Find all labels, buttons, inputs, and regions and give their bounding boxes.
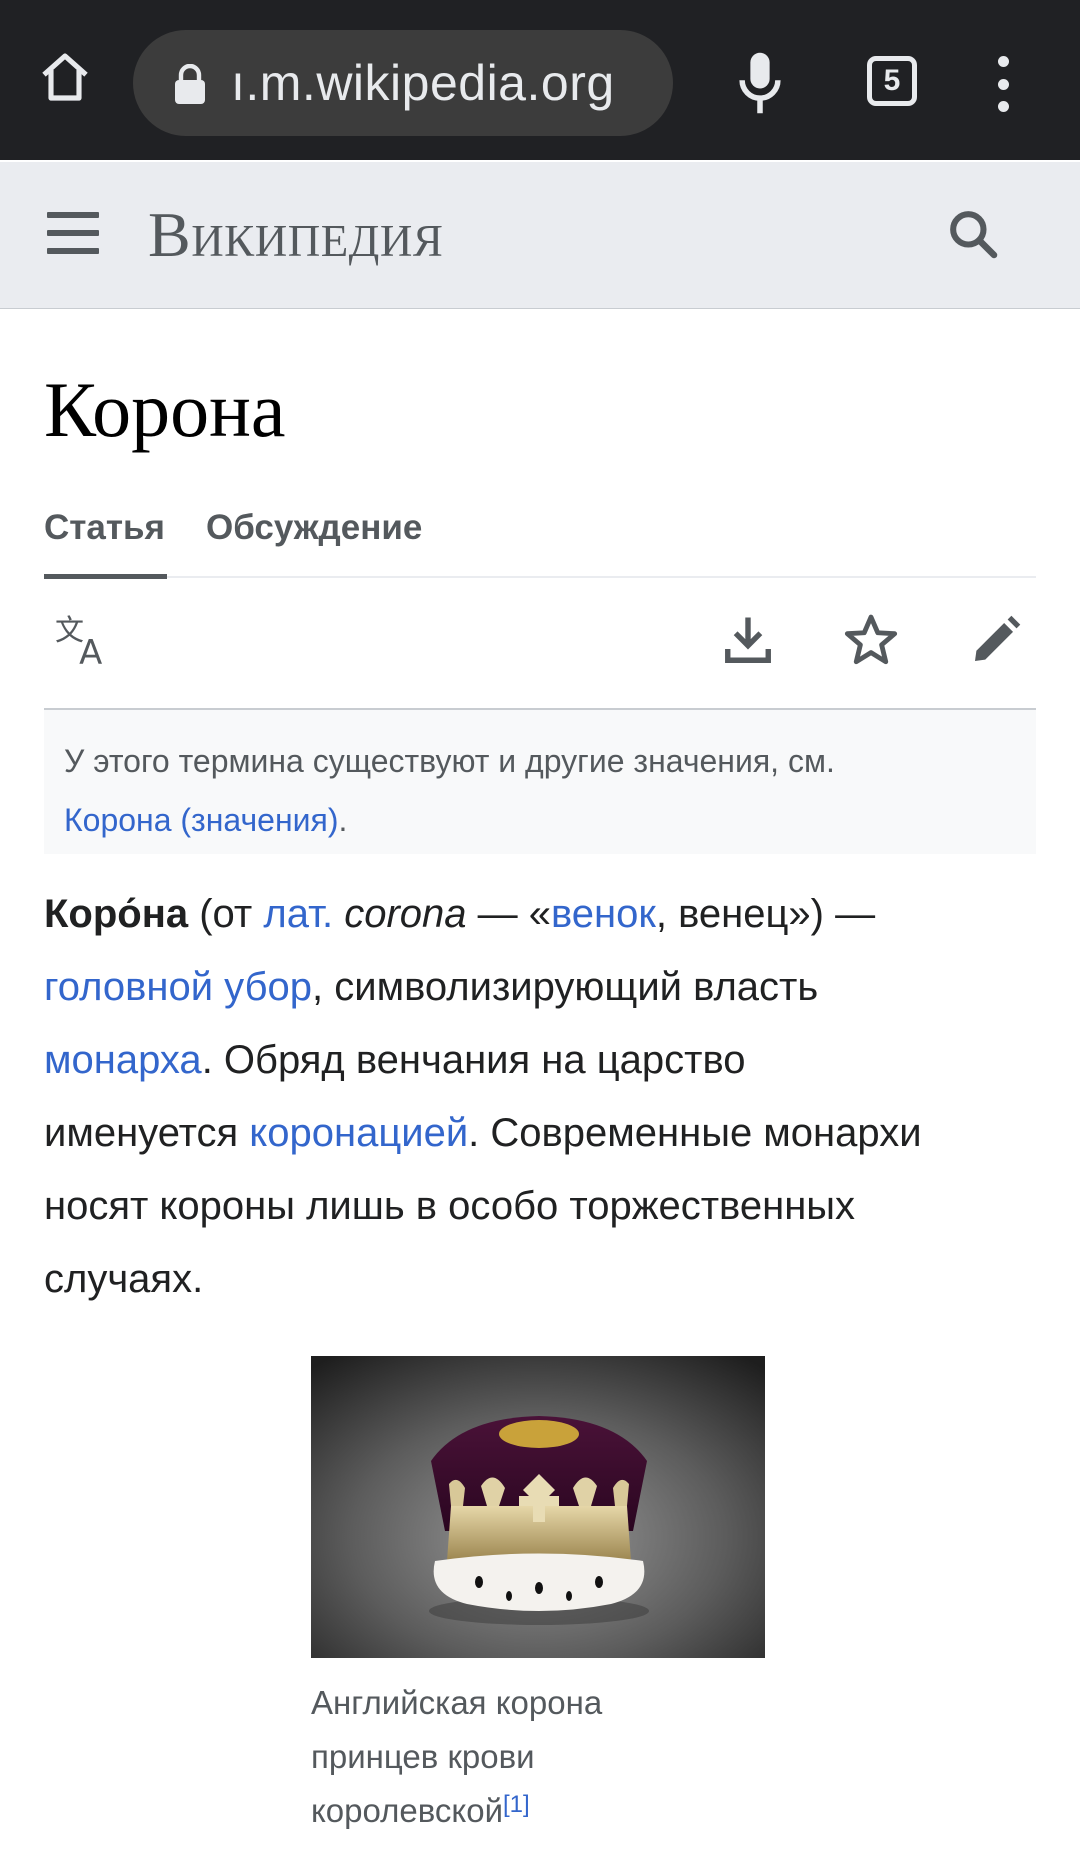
lead-text: носят короны лишь в особо торжественных [44,1184,856,1228]
tab-count: 5 [883,64,901,97]
url-text: ı.m.wikipedia.org [231,55,615,111]
hatnote-end: . [338,802,348,838]
link-latin[interactable]: лат. [263,892,333,936]
watch-button[interactable] [839,608,903,672]
lead-text: (от [188,892,264,936]
latin-word: corona [344,892,467,936]
link-venok[interactable]: венок [551,892,656,936]
page-tabs: Статья Обсуждение [44,500,1036,579]
menu-dot [997,101,1009,112]
search-icon[interactable] [945,206,1001,262]
figure-caption: Английская корона принцев крови королевс… [311,1676,711,1838]
article-term: Коро́на [44,892,189,936]
menu-dot [997,78,1009,90]
hatnote-text: У этого термина существуют и другие знач… [64,743,835,779]
footnote-reference[interactable]: [1] [503,1791,530,1818]
tab-talk[interactable]: Обсуждение [206,500,422,574]
lead-text: , символизирующий власть [312,965,819,1009]
tab-article[interactable]: Статья [44,500,167,579]
article-figure: Английская корона принцев крови королевс… [311,1356,765,1838]
home-button[interactable] [30,42,100,112]
hamburger-icon [47,212,99,218]
lead-text: . Современные монархи [468,1111,922,1155]
more-vertical-icon [997,56,1009,67]
lead-text: . Обряд венчания на царство [201,1038,746,1082]
caption-line: Английская корона [311,1684,603,1721]
page-title: Корона [44,366,286,453]
crown-image[interactable] [311,1356,765,1658]
address-bar[interactable]: ı.m.wikipedia.org [133,30,673,136]
hamburger-line [47,230,99,236]
link-coronation[interactable]: коронацией [249,1111,468,1155]
lead-text: именуется [44,1111,250,1155]
caption-line: королевской [311,1792,504,1829]
pencil-icon [975,615,1021,661]
svg-text:A: A [79,633,102,669]
link-headwear[interactable]: головной убор [44,965,312,1009]
main-menu-button[interactable] [47,212,99,254]
lead-paragraph: Коро́на (от лат. corona — «венок, венец»… [44,878,1040,1316]
browser-toolbar: ı.m.wikipedia.org 5 [0,0,1080,160]
lead-text [333,892,344,936]
lead-text: , венец») — [655,892,876,936]
voice-search-button[interactable] [730,48,790,118]
home-icon [42,53,88,101]
hamburger-line [47,248,99,254]
wikipedia-wordmark[interactable]: Википедия [148,190,443,280]
link-monarch[interactable]: монарха [44,1038,202,1082]
wikipedia-header: Википедия [0,162,1080,309]
caption-line: принцев крови [311,1738,535,1775]
overflow-menu-button[interactable] [983,56,1023,112]
language-button[interactable]: 文 A [52,608,116,672]
lock-icon [175,64,205,104]
page-actions: 文 A [44,580,1036,706]
star-icon [844,614,898,665]
disambiguation-link[interactable]: Корона (значения) [64,802,338,838]
lead-text: случаях. [44,1257,204,1301]
tab-switcher-button[interactable]: 5 [867,56,917,106]
lead-text: — « [466,892,551,936]
download-button[interactable] [716,608,780,672]
edit-button[interactable] [964,608,1028,672]
translate-icon: 文 A [55,613,102,669]
microphone-icon [739,52,781,114]
hatnote: У этого термина существуют и другие знач… [44,708,1036,854]
download-icon [725,617,771,663]
